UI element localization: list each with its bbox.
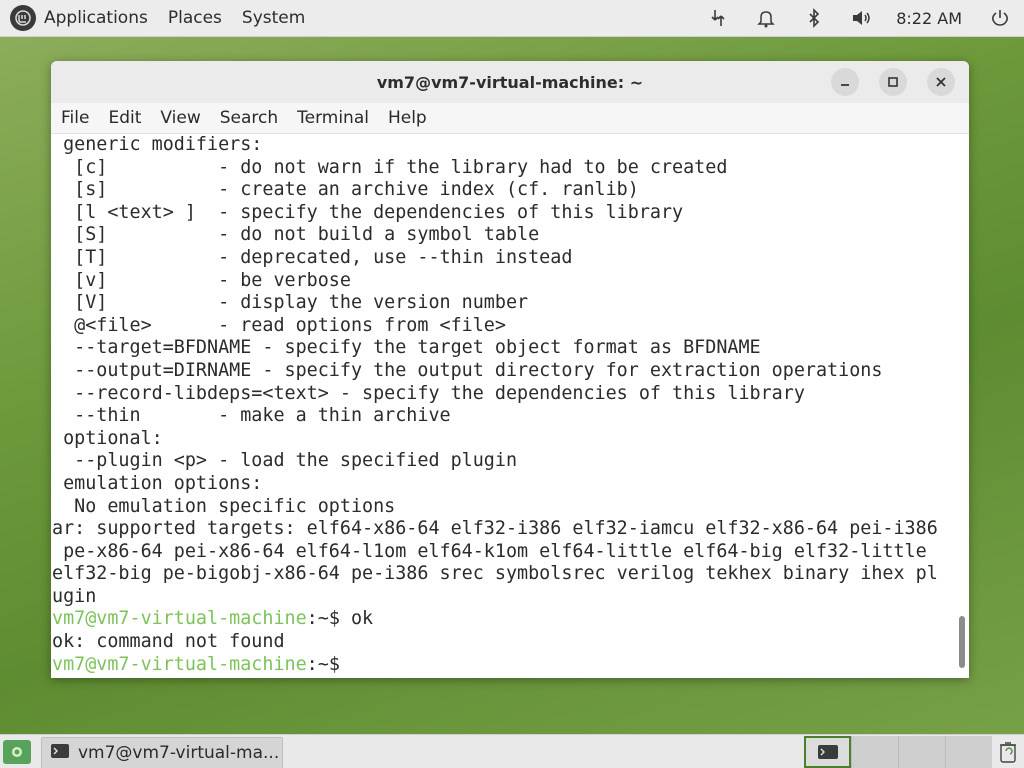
terminal-line: [c] - do not warn if the library had to … bbox=[52, 156, 728, 178]
terminal-line: @<file> - read options from <file> bbox=[52, 314, 506, 336]
terminal-icon bbox=[817, 745, 838, 759]
workspace-4[interactable] bbox=[945, 736, 992, 768]
window-title: vm7@vm7-virtual-machine: ~ bbox=[376, 72, 644, 92]
terminal-line: elf32-big pe-bigobj-x86-64 pe-i386 srec … bbox=[52, 563, 938, 585]
terminal-window: vm7@vm7-virtual-machine: ~ File Edit Vie… bbox=[51, 61, 969, 678]
bell-icon[interactable] bbox=[755, 7, 777, 29]
terminal-line: [s] - create an archive index (cf. ranli… bbox=[52, 179, 639, 201]
scrollbar[interactable] bbox=[959, 616, 965, 668]
maximize-button[interactable] bbox=[879, 68, 907, 96]
applications-menu[interactable]: Applications bbox=[44, 8, 148, 28]
taskbar-terminal-button[interactable]: vm7@vm7-virtual-ma... bbox=[41, 737, 283, 768]
terminal-line: [T] - deprecated, use --thin instead bbox=[52, 246, 573, 268]
system-menu[interactable]: System bbox=[242, 8, 305, 28]
terminal-line: emulation options: bbox=[52, 472, 263, 494]
bottom-panel: vm7@vm7-virtual-ma... bbox=[0, 734, 1024, 768]
terminal-line: --plugin <p> - load the specified plugin bbox=[52, 450, 518, 472]
system-tray: 8:22 AM bbox=[694, 0, 1024, 36]
terminal-line: [l <text> ] - specify the dependencies o… bbox=[52, 201, 684, 223]
shell-prompt: vm7@vm7-virtual-machine bbox=[52, 653, 307, 675]
terminal-line: [S] - do not build a symbol table bbox=[52, 224, 540, 246]
desktop-icon bbox=[12, 747, 22, 757]
window-titlebar[interactable]: vm7@vm7-virtual-machine: ~ bbox=[51, 61, 969, 103]
power-icon[interactable] bbox=[989, 7, 1011, 29]
menu-file[interactable]: File bbox=[61, 108, 89, 128]
terminal-line: optional: bbox=[52, 427, 163, 449]
trash-icon[interactable] bbox=[994, 736, 1022, 768]
menu-help[interactable]: Help bbox=[388, 108, 427, 128]
terminal-line: ugin bbox=[52, 585, 97, 607]
terminal-line: --target=BFDNAME - specify the target ob… bbox=[52, 337, 761, 359]
show-desktop-button[interactable] bbox=[3, 740, 31, 764]
prompt-command: :~$ ok bbox=[306, 608, 374, 630]
terminal-line: --record-libdeps=<text> - specify the de… bbox=[52, 382, 805, 404]
volume-icon[interactable] bbox=[851, 7, 873, 29]
terminal-line: --output=DIRNAME - specify the output di… bbox=[52, 359, 883, 381]
terminal-line: pe-x86-64 pei-x86-64 elf64-l1om elf64-k1… bbox=[52, 540, 927, 562]
menu-view[interactable]: View bbox=[160, 108, 200, 128]
terminal-line: No emulation specific options bbox=[52, 495, 396, 517]
menu-terminal[interactable]: Terminal bbox=[297, 108, 369, 128]
places-menu[interactable]: Places bbox=[168, 8, 222, 28]
close-icon bbox=[936, 77, 946, 87]
terminal-line: ar: supported targets: elf64-x86-64 elf3… bbox=[52, 518, 938, 540]
network-icon[interactable] bbox=[707, 7, 729, 29]
terminal-line: generic modifiers: bbox=[52, 134, 263, 155]
terminal-line: vm7@vm7-virtual-machine:~$ ok bbox=[52, 608, 969, 631]
terminal-output[interactable]: generic modifiers: [c] - do not warn if … bbox=[51, 134, 969, 678]
menu-search[interactable]: Search bbox=[220, 108, 278, 128]
bluetooth-icon[interactable] bbox=[803, 7, 825, 29]
maximize-icon bbox=[888, 77, 898, 87]
top-panel: Applications Places System 8:22 AM bbox=[0, 0, 1024, 37]
window-controls bbox=[811, 68, 955, 96]
menu-edit[interactable]: Edit bbox=[108, 108, 141, 128]
terminal-line: vm7@vm7-virtual-machine:~$ bbox=[52, 654, 969, 677]
workspace-switcher bbox=[804, 736, 992, 768]
workspace-3[interactable] bbox=[898, 736, 945, 768]
terminal-line: --thin - make a thin archive bbox=[52, 405, 451, 427]
taskbar-label: vm7@vm7-virtual-ma... bbox=[78, 743, 280, 763]
close-button[interactable] bbox=[927, 68, 955, 96]
shell-prompt: vm7@vm7-virtual-machine bbox=[52, 608, 307, 630]
prompt-command: :~$ bbox=[306, 653, 351, 675]
menu-bar: File Edit View Search Terminal Help bbox=[51, 103, 969, 134]
terminal-line: [V] - display the version number bbox=[52, 292, 529, 314]
terminal-line: [v] - be verbose bbox=[52, 269, 351, 291]
terminal-icon bbox=[50, 743, 70, 764]
clock[interactable]: 8:22 AM bbox=[896, 9, 962, 28]
workspace-1[interactable] bbox=[804, 736, 851, 768]
minimize-icon bbox=[841, 84, 849, 86]
mint-logo-icon[interactable] bbox=[10, 5, 36, 31]
workspace-2[interactable] bbox=[851, 736, 898, 768]
terminal-line: ok: command not found bbox=[52, 631, 285, 653]
minimize-button[interactable] bbox=[831, 68, 859, 96]
